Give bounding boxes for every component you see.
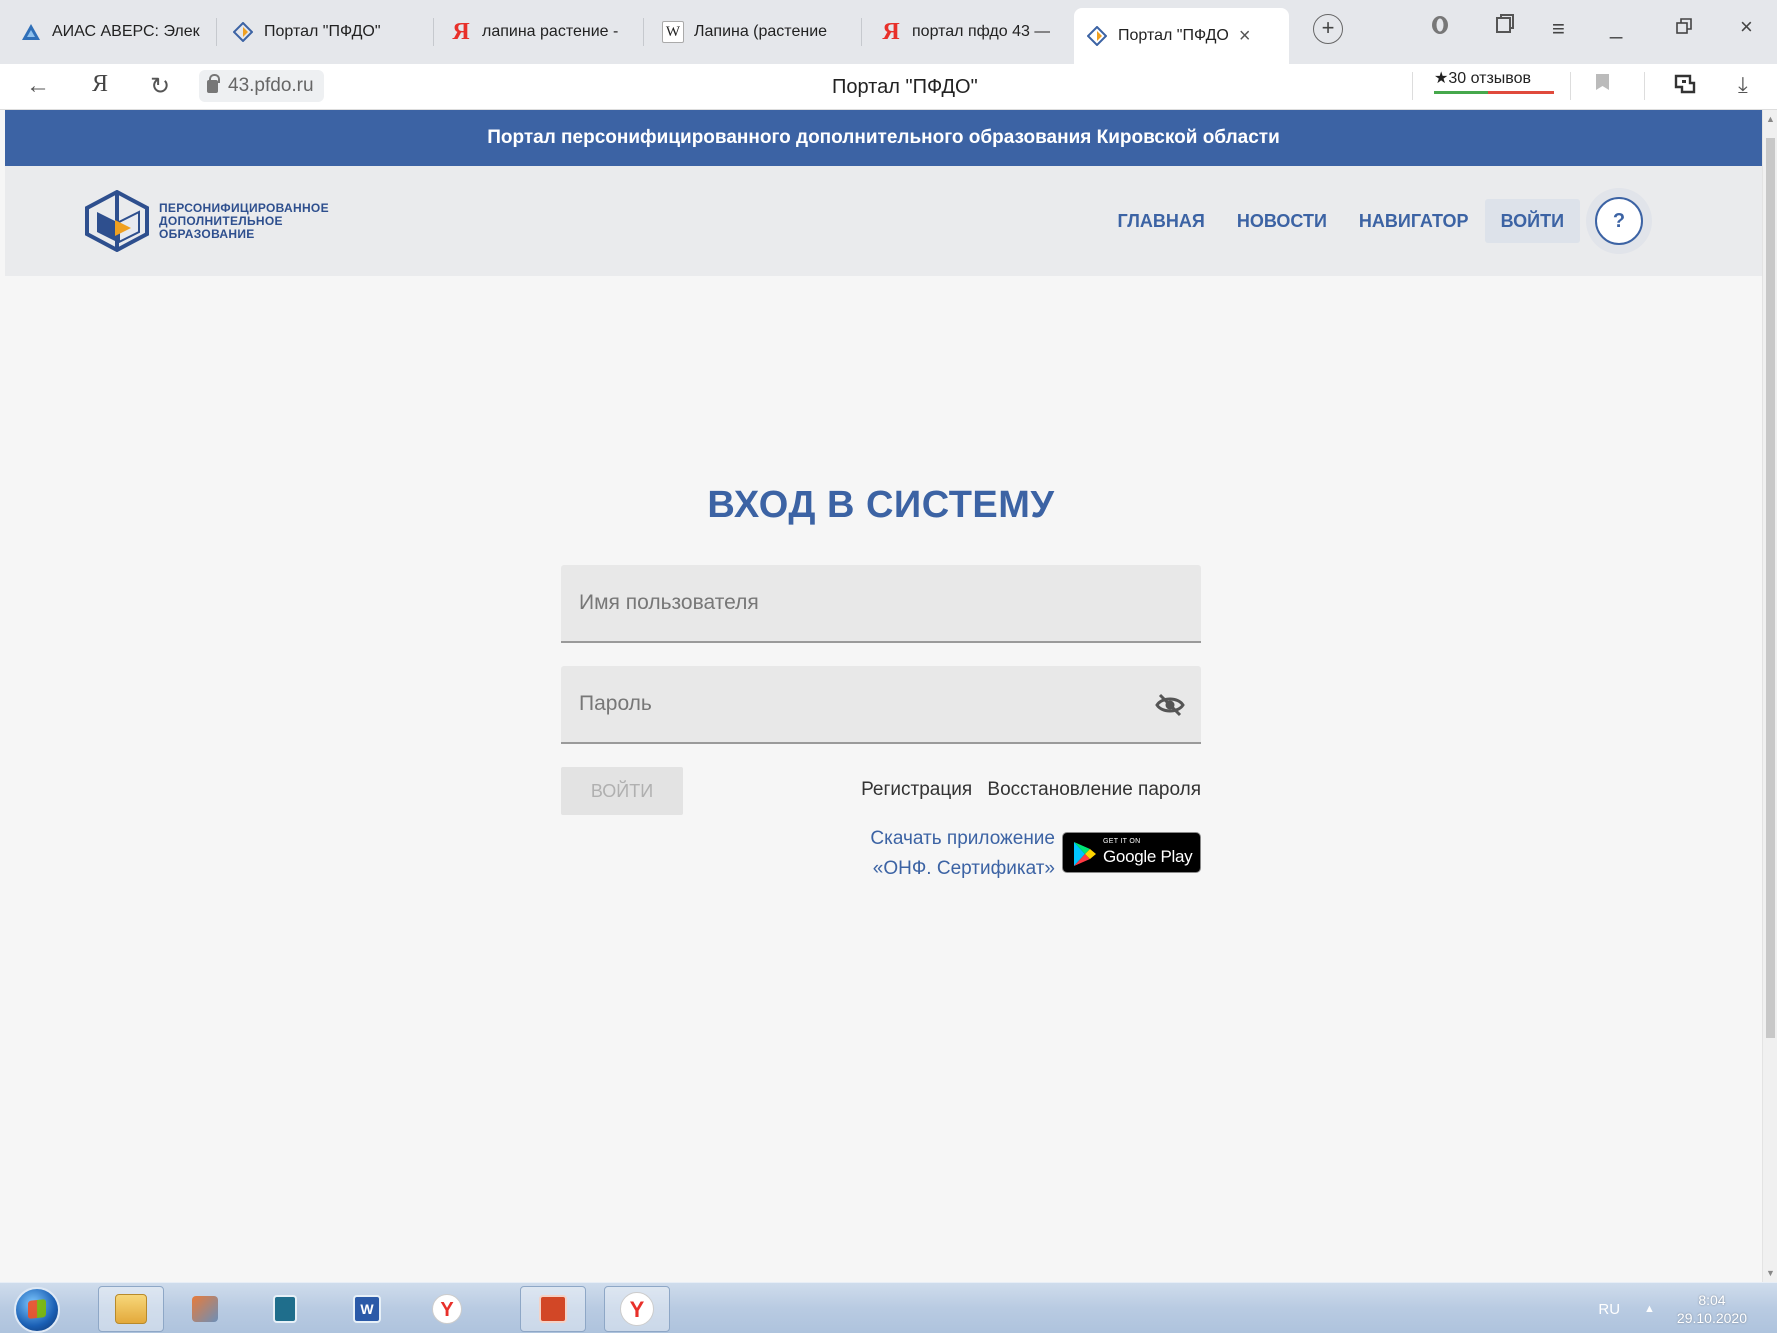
reviews-rating-bar [1434, 91, 1554, 94]
portal-banner: Портал персонифицированного дополнительн… [5, 110, 1762, 166]
taskbar-app[interactable] [172, 1286, 238, 1332]
restore-password-link[interactable]: Восстановление пароля [987, 779, 1201, 800]
password-field[interactable] [561, 666, 1201, 744]
main-nav: ГЛАВНАЯ НОВОСТИ НАВИГАТОР ВОЙТИ ? [1102, 166, 1762, 276]
nav-navigator[interactable]: НАВИГАТОР [1343, 199, 1485, 243]
start-button[interactable] [14, 1287, 60, 1333]
username-input[interactable] [561, 565, 1201, 641]
logo-icon [85, 190, 149, 252]
pfdo-icon [232, 21, 254, 43]
lock-icon [207, 73, 220, 93]
yandex-home-icon[interactable]: Я [92, 72, 108, 96]
taskbar-yandex-active[interactable]: Y [604, 1286, 670, 1332]
tabs-manager-icon[interactable] [1494, 14, 1514, 42]
menu-icon[interactable]: ≡ [1552, 16, 1565, 42]
close-window-icon[interactable]: × [1740, 14, 1753, 40]
tray-expand-icon[interactable]: ▲ [1644, 1303, 1655, 1315]
download-icon[interactable]: ⤓ [1738, 72, 1748, 98]
yandex-icon: Я [452, 19, 470, 45]
clock[interactable]: 8:04 29.10.2020 [1677, 1291, 1747, 1327]
browser-tab[interactable]: Я портал пфдо 43 — [880, 12, 1060, 52]
restore-icon[interactable] [1676, 14, 1692, 40]
auth-links: Регистрация Восстановление пароля [851, 779, 1201, 801]
browser-tab-active[interactable]: Портал "ПФДО × [1074, 8, 1289, 64]
login-submit-button[interactable]: ВОЙТИ [561, 767, 683, 815]
eye-off-icon[interactable] [1155, 692, 1185, 718]
opera-icon[interactable] [1430, 14, 1450, 42]
bookmark-icon[interactable] [1596, 74, 1609, 90]
divider [1644, 72, 1645, 100]
browser-tab[interactable]: АИАС АВЕРС: Элек [20, 12, 210, 52]
pfdo-icon [1086, 25, 1108, 47]
register-link[interactable]: Регистрация [861, 779, 972, 800]
logo-text: ПЕРСОНИФИЦИРОВАННОЕ ДОПОЛНИТЕЛЬНОЕ ОБРАЗ… [159, 200, 329, 241]
windows-taskbar: W Y Y RU ▲ 8:04 29.10.2020 [0, 1282, 1777, 1333]
scroll-thumb[interactable] [1766, 138, 1775, 1038]
nav-login[interactable]: ВОЙТИ [1484, 199, 1580, 243]
avers-icon [20, 21, 42, 43]
nav-news[interactable]: НОВОСТИ [1221, 199, 1343, 243]
site-header: ПЕРСОНИФИЦИРОВАННОЕ ДОПОЛНИТЕЛЬНОЕ ОБРАЗ… [5, 166, 1762, 276]
yandex-browser-icon: Y [620, 1292, 654, 1326]
url-field[interactable]: 43.pfdo.ru [199, 70, 324, 102]
system-tray: RU ▲ 8:04 29.10.2020 [1598, 1291, 1747, 1327]
protect-icon[interactable] [1672, 70, 1698, 103]
scroll-up-icon[interactable]: ▲ [1766, 114, 1775, 124]
divider [1412, 72, 1413, 100]
minimize-icon[interactable]: _ [1610, 14, 1622, 40]
browser-tab[interactable]: Портал "ПФДО" [232, 12, 422, 52]
tab-separator [216, 18, 217, 46]
folder-icon [115, 1294, 147, 1324]
reload-icon[interactable]: ↻ [150, 72, 170, 101]
browser-tab[interactable]: W Лапина (растение [662, 12, 847, 52]
back-icon[interactable]: ← [26, 72, 50, 100]
address-bar: ← Я ↻ 43.pfdo.ru Портал "ПФДО" ★30 отзыв… [0, 64, 1777, 110]
word-icon: W [353, 1295, 381, 1323]
page-scrollbar[interactable]: ▲ ▼ [1762, 110, 1777, 1282]
tab-separator [643, 18, 644, 46]
password-input[interactable] [561, 666, 1201, 742]
scroll-down-icon[interactable]: ▼ [1766, 1268, 1775, 1278]
nav-home[interactable]: ГЛАВНАЯ [1102, 199, 1221, 243]
close-tab-icon[interactable]: × [1239, 25, 1251, 48]
yandex-browser-icon: Y [432, 1294, 462, 1324]
taskbar-word[interactable]: W [334, 1286, 400, 1332]
divider [1570, 72, 1571, 100]
download-app-link[interactable]: Скачать приложение «ОНФ. Сертификат» [830, 824, 1055, 884]
wikipedia-icon: W [662, 21, 684, 43]
login-title: ВХОД В СИСТЕМУ [707, 484, 1055, 526]
taskbar-publisher[interactable] [252, 1286, 318, 1332]
site-logo[interactable]: ПЕРСОНИФИЦИРОВАННОЕ ДОПОЛНИТЕЛЬНОЕ ОБРАЗ… [85, 190, 329, 252]
tab-separator [861, 18, 862, 46]
google-play-badge[interactable]: GET IT ON Google Play [1062, 832, 1201, 873]
taskbar-powerpoint[interactable] [520, 1286, 586, 1332]
presentation-icon [539, 1295, 567, 1323]
yandex-icon: Я [882, 19, 900, 45]
language-indicator[interactable]: RU [1598, 1301, 1620, 1318]
app-icon [192, 1296, 218, 1322]
username-field[interactable] [561, 565, 1201, 643]
help-button[interactable]: ? [1595, 197, 1643, 245]
reviews-badge[interactable]: ★30 отзывов [1434, 68, 1554, 94]
new-tab-button[interactable]: + [1313, 14, 1343, 44]
document-icon [273, 1295, 297, 1323]
browser-tabstrip: АИАС АВЕРС: Элек Портал "ПФДО" Я лапина … [0, 0, 1777, 64]
browser-tab[interactable]: Я лапина растение - [450, 12, 625, 52]
help-button-wrap: ? [1586, 188, 1652, 254]
google-play-icon [1074, 842, 1096, 866]
browser-page-title: Портал "ПФДО" [832, 76, 978, 98]
tab-separator [433, 18, 434, 46]
taskbar-yandex[interactable]: Y [414, 1286, 480, 1332]
taskbar-explorer[interactable] [98, 1286, 164, 1332]
